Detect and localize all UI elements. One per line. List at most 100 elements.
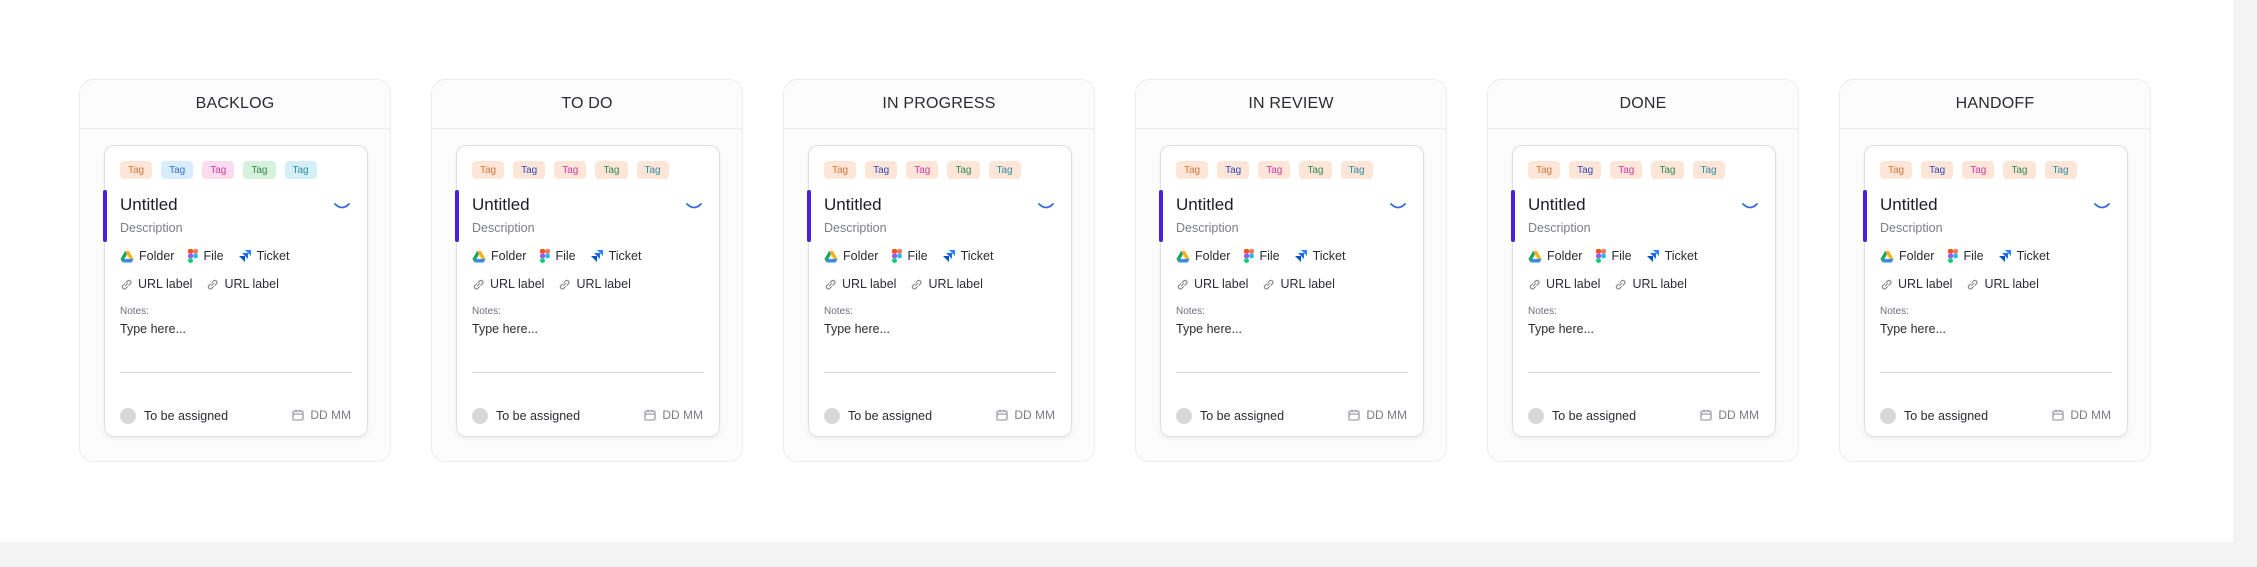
tag-chip[interactable]: Tag	[595, 161, 628, 179]
chevron-down-icon[interactable]	[685, 200, 703, 212]
tag-chip[interactable]: Tag	[1176, 161, 1209, 179]
assignee-picker[interactable]: To be assigned	[1176, 408, 1284, 424]
assignee-picker[interactable]: To be assigned	[120, 408, 228, 424]
card-description[interactable]: Description	[824, 221, 887, 235]
chevron-down-icon[interactable]	[1389, 200, 1407, 212]
tag-chip[interactable]: Tag	[1962, 161, 1995, 179]
ticket-link[interactable]: Ticket	[590, 249, 641, 263]
ticket-link[interactable]: Ticket	[1294, 249, 1345, 263]
assignee-picker[interactable]: To be assigned	[1528, 408, 1636, 424]
chevron-down-icon[interactable]	[1037, 200, 1055, 212]
tag-chip[interactable]: Tag	[1921, 161, 1954, 179]
url-link[interactable]: URL label	[910, 277, 983, 291]
tag-chip[interactable]: Tag	[2044, 161, 2077, 179]
tag-chip[interactable]: Tag	[554, 161, 587, 179]
due-date-picker[interactable]: DD MM	[644, 408, 703, 422]
tag-chip[interactable]: Tag	[1528, 161, 1561, 179]
due-date-picker[interactable]: DD MM	[996, 408, 1055, 422]
task-card[interactable]: Tag Tag Tag Tag Tag Untitled Description Fol…	[1511, 145, 1776, 437]
ticket-link[interactable]: Ticket	[238, 249, 289, 263]
due-date-picker[interactable]: DD MM	[1700, 408, 1759, 422]
chevron-down-icon[interactable]	[1741, 200, 1759, 212]
card-title[interactable]: Untitled	[1176, 195, 1234, 215]
file-link[interactable]: File	[1244, 249, 1280, 263]
task-card[interactable]: Tag Tag Tag Tag Tag Untitled Description Fol…	[1863, 145, 2128, 437]
file-link[interactable]: File	[1948, 249, 1984, 263]
card-title[interactable]: Untitled	[120, 195, 178, 215]
tag-chip[interactable]: Tag	[202, 161, 235, 179]
tag-chip[interactable]: Tag	[284, 161, 317, 179]
tag-chip[interactable]: Tag	[1217, 161, 1250, 179]
notes-input[interactable]	[1176, 322, 1408, 373]
url-link[interactable]: URL label	[1262, 277, 1335, 291]
url-link[interactable]: URL label	[1966, 277, 2039, 291]
url-link[interactable]: URL label	[120, 277, 192, 291]
task-card[interactable]: Tag Tag Tag Tag Tag Untitled Description Fol…	[103, 145, 368, 437]
tag-chip[interactable]: Tag	[988, 161, 1021, 179]
card-description[interactable]: Description	[1176, 221, 1239, 235]
folder-link[interactable]: Folder	[824, 249, 878, 263]
file-link[interactable]: File	[188, 249, 224, 263]
task-card[interactable]: Tag Tag Tag Tag Tag Untitled Description Fol…	[807, 145, 1072, 437]
tag-chip[interactable]: Tag	[1692, 161, 1725, 179]
tag-chip[interactable]: Tag	[636, 161, 669, 179]
tag-chip[interactable]: Tag	[1880, 161, 1913, 179]
tag-chip[interactable]: Tag	[1258, 161, 1291, 179]
url-link[interactable]: URL label	[472, 277, 544, 291]
due-date-picker[interactable]: DD MM	[1348, 408, 1407, 422]
url-link[interactable]: URL label	[1176, 277, 1248, 291]
tag-chip[interactable]: Tag	[161, 161, 194, 179]
notes-input[interactable]	[824, 322, 1056, 373]
folder-link[interactable]: Folder	[1880, 249, 1934, 263]
assignee-picker[interactable]: To be assigned	[472, 408, 580, 424]
url-link[interactable]: URL label	[1880, 277, 1952, 291]
ticket-link[interactable]: Ticket	[942, 249, 993, 263]
card-description[interactable]: Description	[1528, 221, 1591, 235]
assignee-picker[interactable]: To be assigned	[824, 408, 932, 424]
folder-link[interactable]: Folder	[1176, 249, 1230, 263]
tag-chip[interactable]: Tag	[1569, 161, 1602, 179]
url-link[interactable]: URL label	[824, 277, 896, 291]
tag-chip[interactable]: Tag	[2003, 161, 2036, 179]
folder-link[interactable]: Folder	[472, 249, 526, 263]
chevron-down-icon[interactable]	[2093, 200, 2111, 212]
card-title[interactable]: Untitled	[1880, 195, 1938, 215]
assignee-picker[interactable]: To be assigned	[1880, 408, 1988, 424]
tag-chip[interactable]: Tag	[947, 161, 980, 179]
ticket-link[interactable]: Ticket	[1646, 249, 1697, 263]
card-title[interactable]: Untitled	[824, 195, 882, 215]
ticket-link[interactable]: Ticket	[1998, 249, 2049, 263]
notes-input[interactable]	[472, 322, 704, 373]
task-card[interactable]: Tag Tag Tag Tag Tag Untitled Description Fol…	[1159, 145, 1424, 437]
notes-input[interactable]	[1880, 322, 2112, 373]
task-card[interactable]: Tag Tag Tag Tag Tag Untitled Description Fol…	[455, 145, 720, 437]
tag-chip[interactable]: Tag	[906, 161, 939, 179]
card-description[interactable]: Description	[1880, 221, 1943, 235]
tag-chip[interactable]: Tag	[513, 161, 546, 179]
folder-link[interactable]: Folder	[1528, 249, 1582, 263]
chevron-down-icon[interactable]	[333, 200, 351, 212]
tag-chip[interactable]: Tag	[1299, 161, 1332, 179]
notes-input[interactable]	[1528, 322, 1760, 373]
tag-chip[interactable]: Tag	[120, 161, 153, 179]
url-link[interactable]: URL label	[1614, 277, 1687, 291]
url-link[interactable]: URL label	[1528, 277, 1600, 291]
scrollbar[interactable]	[2233, 0, 2257, 567]
card-title[interactable]: Untitled	[472, 195, 530, 215]
tag-chip[interactable]: Tag	[865, 161, 898, 179]
file-link[interactable]: File	[892, 249, 928, 263]
file-link[interactable]: File	[540, 249, 576, 263]
card-description[interactable]: Description	[472, 221, 535, 235]
tag-chip[interactable]: Tag	[472, 161, 505, 179]
tag-chip[interactable]: Tag	[1610, 161, 1643, 179]
card-title[interactable]: Untitled	[1528, 195, 1586, 215]
file-link[interactable]: File	[1596, 249, 1632, 263]
tag-chip[interactable]: Tag	[1340, 161, 1373, 179]
card-description[interactable]: Description	[120, 221, 183, 235]
url-link[interactable]: URL label	[206, 277, 279, 291]
folder-link[interactable]: Folder	[120, 249, 174, 263]
url-link[interactable]: URL label	[558, 277, 631, 291]
due-date-picker[interactable]: DD MM	[292, 408, 351, 422]
tag-chip[interactable]: Tag	[1651, 161, 1684, 179]
due-date-picker[interactable]: DD MM	[2052, 408, 2111, 422]
